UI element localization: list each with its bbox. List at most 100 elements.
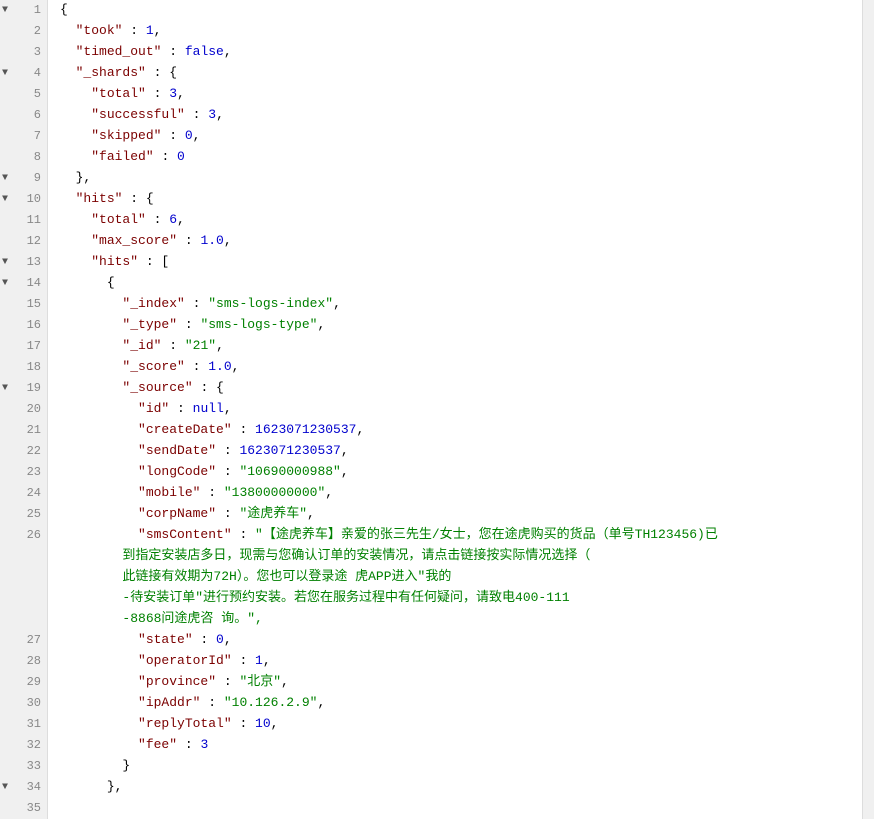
code-token: 10 [255,716,271,731]
code-token: : [200,485,223,500]
fold-arrow-10[interactable]: ▼ [2,192,8,208]
code-token: : [169,401,192,416]
code-token: "createDate" [138,422,232,437]
code-token: "smsContent" [138,527,232,542]
code-line-28: "operatorId" : 1, [56,651,862,672]
code-token: : [161,128,184,143]
code-line-17: "_id" : "21", [56,336,862,357]
code-token: , [271,716,279,731]
code-token: , [317,695,325,710]
code-token: "province" [138,674,216,689]
code-token: , [193,128,201,143]
fold-arrow-9[interactable]: ▼ [2,171,8,187]
code-token: "【途虎养车】亲爱的张三先生/女士，您在途虎购买的货品（单号TH123456)已 [255,527,718,542]
code-token: }, [107,779,123,794]
line-number-35: 35 [0,798,47,819]
code-token [60,65,76,80]
line-number-16: 16 [0,315,47,336]
code-token: "longCode" [138,464,216,479]
code-token: , [224,44,232,59]
code-line-7: "skipped" : 0, [56,126,862,147]
code-token: } [122,758,130,773]
line-number-20: 20 [0,399,47,420]
code-token: "13800000000" [224,485,325,500]
line-number-7: 7 [0,126,47,147]
scrollbar[interactable] [862,0,874,819]
line-number-13: ▼13 [0,252,47,273]
code-token: "replyTotal" [138,716,232,731]
code-token: "10.126.2.9" [224,695,318,710]
code-token: "state" [138,632,193,647]
code-token [60,464,138,479]
code-token: "_source" [122,380,192,395]
line-number-14: ▼14 [0,273,47,294]
line-number-19: ▼19 [0,378,47,399]
line-number-3: 3 [0,42,47,63]
fold-arrow-13[interactable]: ▼ [2,255,8,271]
code-token: { [60,2,68,17]
code-token: -8868问途虎咨 询。", [60,611,263,626]
line-number-11: 11 [0,210,47,231]
fold-arrow-14[interactable]: ▼ [2,276,8,292]
line-number-2: 2 [0,21,47,42]
code-token: , [281,674,289,689]
line-number-25: 25 [0,504,47,525]
code-token: 1623071230537 [255,422,356,437]
code-token [60,23,76,38]
line-number-12: 12 [0,231,47,252]
code-line-3: "timed_out" : false, [56,42,862,63]
line-number-21: 21 [0,420,47,441]
code-line-16: "_type" : "sms-logs-type", [56,315,862,336]
code-token: "total" [91,86,146,101]
code-token: "_id" [122,338,161,353]
fold-arrow-4[interactable]: ▼ [2,66,8,82]
code-token: : [185,296,208,311]
code-token [60,737,138,752]
code-token: "successful" [91,107,185,122]
code-line-29: "province" : "北京", [56,672,862,693]
code-line-23: "longCode" : "10690000988", [56,462,862,483]
code-token: "max_score" [91,233,177,248]
code-line-15: "_index" : "sms-logs-index", [56,294,862,315]
code-token: 此链接有效期为72H）。您也可以登录途 虎APP进入"我的 [60,569,451,584]
code-line-24: "mobile" : "13800000000", [56,483,862,504]
code-token: 0 [216,632,224,647]
code-token [60,338,122,353]
code-token [60,254,91,269]
line-number-9: ▼9 [0,168,47,189]
line-number-continuation [0,567,47,588]
code-token: : [161,44,184,59]
code-token [60,44,76,59]
code-token: : [154,149,177,164]
fold-arrow-1[interactable]: ▼ [2,3,8,19]
code-token [60,380,122,395]
code-token: , [177,86,185,101]
fold-arrow-34[interactable]: ▼ [2,780,8,796]
editor-container: ▼123▼45678▼9▼101112▼13▼1415161718▼192021… [0,0,874,819]
code-token: -待安装订单"进行预约安装。若您在服务过程中有任何疑问，请致电400-111 [60,590,570,605]
code-token [60,128,91,143]
code-token: : [232,716,255,731]
fold-arrow-19[interactable]: ▼ [2,381,8,397]
code-token: , [356,422,364,437]
code-token: "sendDate" [138,443,216,458]
code-token [60,695,138,710]
code-token: : [216,506,239,521]
code-line-30: "ipAddr" : "10.126.2.9", [56,693,862,714]
line-number-33: 33 [0,756,47,777]
code-token: , [307,506,315,521]
code-token: 1 [146,23,154,38]
code-token: 1.0 [208,359,231,374]
code-token: false [185,44,224,59]
code-token: 到指定安装店多日，现需与您确认订单的安装情况，请点击链接按实际情况选择（ [60,548,590,563]
code-token: "operatorId" [138,653,232,668]
code-token: "sms-logs-type" [200,317,317,332]
code-token: : [ [138,254,169,269]
code-token: : [177,317,200,332]
code-line-13: "hits" : [ [56,252,862,273]
code-token: , [224,632,232,647]
line-number-18: 18 [0,357,47,378]
code-area[interactable]: { "took" : 1, "timed_out" : false, "_sha… [48,0,862,819]
code-line-21: "createDate" : 1623071230537, [56,420,862,441]
code-token [60,443,138,458]
